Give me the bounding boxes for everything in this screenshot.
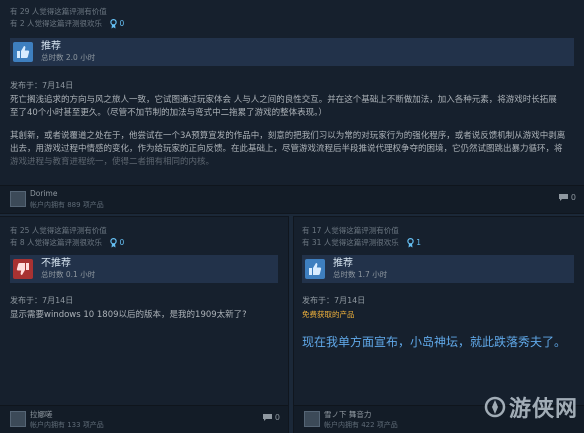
review-card-1: 有 29 人觉得这篇评测有价值 有 2 人觉得这篇评测很欢乐 0 推荐 总时数 … — [0, 0, 584, 213]
review-footer: Dorime 帐户内拥有 889 项产品 0 — [0, 185, 584, 213]
funny-count: 有 2 人觉得这篇评测很欢乐 — [10, 19, 103, 28]
playtime: 总时数 1.7 小时 — [333, 270, 388, 279]
award-icon[interactable] — [407, 238, 414, 248]
comment-count: 0 — [570, 193, 576, 202]
playtime: 总时数 2.0 小时 — [41, 53, 96, 62]
review-footer: 拉娜嗟 帐户内拥有 133 项产品 0 — [0, 405, 288, 433]
recommendation-label: 不推荐 — [41, 258, 71, 269]
recommendation-header[interactable]: 推荐 总时数 1.7 小时 — [302, 255, 574, 283]
username[interactable]: 雪ノ下 舞音力 — [324, 409, 371, 420]
recommendation-header[interactable]: 不推荐 总时数 0.1 小时 — [10, 255, 278, 283]
comment-button[interactable]: 0 — [558, 193, 576, 202]
award-count: 0 — [119, 238, 125, 247]
helpful-count: 有 17 人觉得这篇评测有价值 — [302, 226, 399, 235]
thumbs-up-icon — [13, 42, 33, 62]
funny-count: 有 31 人觉得这篇评测很欢乐 — [302, 238, 399, 247]
recommendation-label: 推荐 — [41, 41, 61, 52]
thumbs-down-icon — [13, 259, 33, 279]
helpful-count: 有 29 人觉得这篇评测有价值 — [10, 7, 107, 16]
funny-count-row: 有 31 人觉得这篇评测很欢乐 1 — [302, 237, 421, 248]
review-card-2: 有 25 人觉得这篇评测有价值 有 8 人觉得这篇评测很欢乐 0 不推荐 总时数… — [0, 217, 288, 433]
review-line: 游戏进程与教育进程统一，使得二者拥有相同的内核。 — [10, 157, 215, 167]
comment-button[interactable]: 0 — [262, 413, 280, 422]
funny-count-row: 有 8 人觉得这篇评测很欢乐 0 — [10, 237, 124, 248]
avatar[interactable] — [304, 411, 320, 427]
avatar[interactable] — [10, 191, 26, 207]
product-count: 帐户内拥有 422 项产品 — [324, 421, 398, 429]
review-body: 死亡搁浅追求的方向与风之旅人一致，它试图通过玩家体会 人与人之间的良性交互。并在… — [10, 94, 578, 169]
comment-icon — [558, 194, 568, 201]
watermark-text: 游侠网 — [508, 396, 578, 422]
recommendation-label: 推荐 — [333, 258, 353, 269]
username[interactable]: 拉娜嗟 — [30, 409, 53, 420]
funny-count-row: 有 2 人觉得这篇评测很欢乐 0 — [10, 18, 124, 29]
award-icon[interactable] — [110, 19, 118, 29]
funny-count: 有 8 人觉得这篇评测很欢乐 — [10, 238, 103, 247]
review-line: 出去，用游戏过程中情感的变化，作为给玩家的正向反馈。在此基础上，尽管游戏流程后半… — [10, 144, 563, 154]
thumbs-up-icon — [305, 259, 325, 279]
award-count: 1 — [416, 238, 421, 247]
product-count: 帐户内拥有 133 项产品 — [30, 421, 104, 429]
review-body: 现在我单方面宣布，小岛神坛，就此跌落秀夫了。 — [302, 335, 567, 349]
award-icon[interactable] — [110, 238, 118, 248]
comment-icon — [262, 414, 272, 421]
review-body: 显示需要windows 10 1809以后的版本，是我的1909太新了? — [10, 310, 247, 320]
avatar[interactable] — [10, 411, 26, 427]
award-count: 0 — [119, 19, 125, 28]
post-date: 发布于：7月14日 — [10, 81, 74, 90]
watermark-logo: 游侠网 — [484, 391, 578, 423]
review-line: 至了40个小时甚至更久。（尽管不加节制的加法与弯式中二拖累了游戏的整体表现。） — [10, 108, 327, 118]
comment-count: 0 — [274, 413, 280, 422]
username[interactable]: Dorime — [30, 189, 57, 198]
free-product-tag: 免费获取的产品 — [302, 310, 355, 319]
playtime: 总时数 0.1 小时 — [41, 270, 96, 279]
review-line: 其創新，或者说覆道之处在于，他尝试在一个3A预算宣发的作品中，刻意的把我们习以为… — [10, 131, 566, 141]
product-count: 帐户内拥有 889 项产品 — [30, 201, 104, 209]
review-line: 死亡搁浅追求的方向与风之旅人一致，它试图通过玩家体会 人与人之间的良性交互。并在… — [10, 95, 557, 105]
post-date: 发布于：7月14日 — [10, 296, 74, 305]
watermark-icon — [484, 396, 506, 418]
post-date: 发布于：7月14日 — [302, 296, 366, 305]
recommendation-header[interactable]: 推荐 总时数 2.0 小时 — [10, 38, 574, 66]
helpful-count: 有 25 人觉得这篇评测有价值 — [10, 226, 107, 235]
